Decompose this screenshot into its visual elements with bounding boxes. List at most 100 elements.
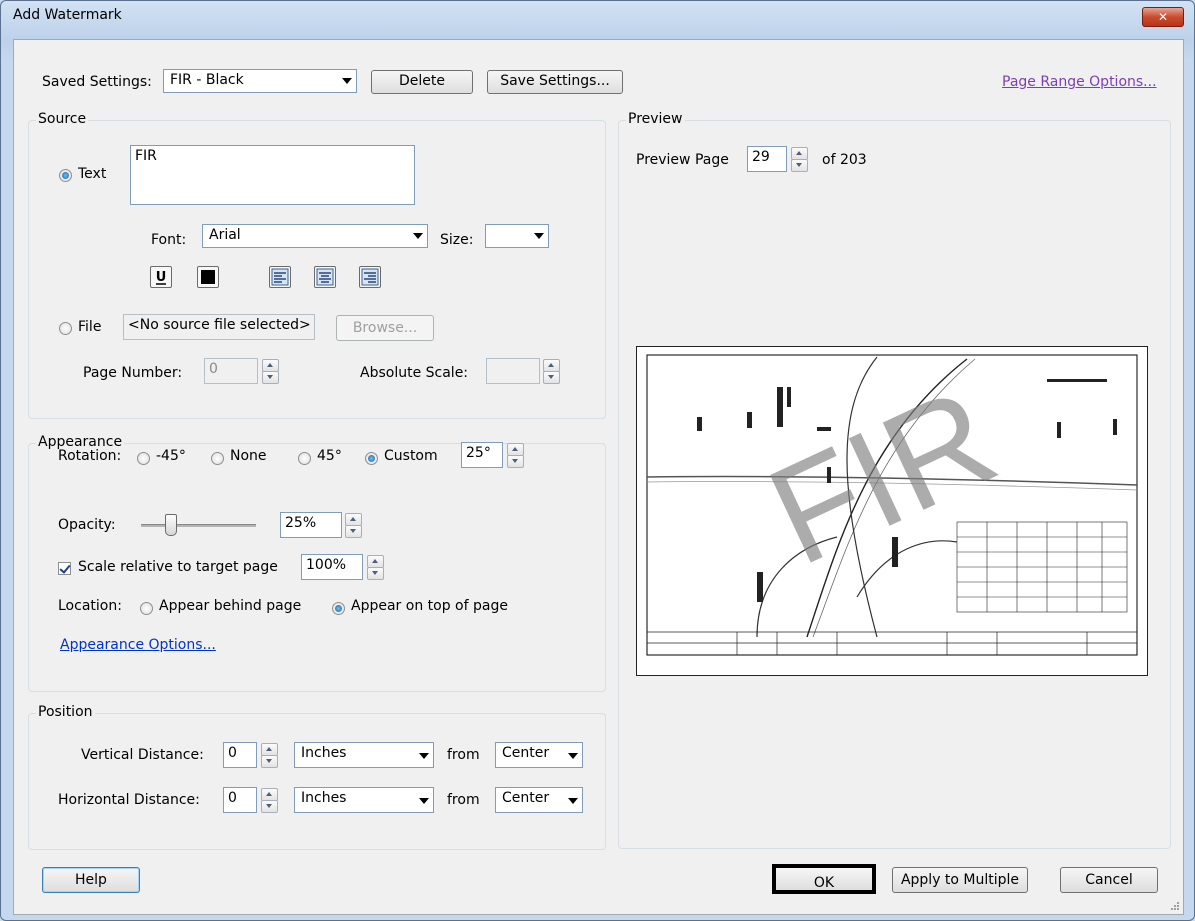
horizontal-distance-spinner[interactable] [261,788,278,813]
text-source-radio[interactable] [59,169,72,182]
preview-page-field[interactable]: 29 [747,146,787,172]
font-value: Arial [209,227,241,243]
scale-field[interactable]: 100% [301,554,363,580]
saved-settings-label: Saved Settings: [42,74,152,90]
rotation-custom-radio[interactable] [365,452,378,465]
vertical-distance-spinner[interactable] [261,743,278,768]
source-file-field[interactable]: <No source file selected> [123,314,315,340]
scale-relative-checkbox[interactable] [58,562,71,575]
align-right-button[interactable] [359,266,381,288]
browse-button[interactable]: Browse... [336,315,434,341]
vertical-from-select[interactable]: Center [495,742,583,768]
underline-button[interactable]: U [150,266,172,288]
close-button[interactable]: ✕ [1142,7,1184,27]
spin-down-icon[interactable] [543,371,560,384]
spin-down-icon[interactable] [791,159,808,172]
vertical-distance-field[interactable]: 0 [223,742,257,768]
opacity-spinner[interactable] [345,513,362,538]
page-number-field[interactable]: 0 [204,358,258,384]
align-center-button[interactable] [314,266,336,288]
spin-down-icon[interactable] [262,371,279,384]
preview-page-count: of 203 [822,152,867,168]
rotation-minus45-label: -45° [156,448,186,464]
opacity-value: 25% [285,515,317,531]
opacity-slider-track[interactable] [141,524,256,527]
underline-icon: U [156,270,167,285]
font-select[interactable]: Arial [202,224,428,248]
vertical-distance-value: 0 [228,745,237,761]
saved-settings-value: FIR - Black [170,72,244,88]
page-range-options-link[interactable]: Page Range Options... [1002,74,1157,90]
horizontal-distance-label: Horizontal Distance: [58,792,200,808]
window-title: Add Watermark [13,7,122,23]
appear-on-top-radio[interactable] [332,602,345,615]
chevron-down-icon [568,753,578,759]
source-file-value: <No source file selected> [128,317,311,333]
chevron-down-icon [413,233,423,239]
delete-button[interactable]: Delete [371,70,473,94]
spin-down-icon[interactable] [507,455,524,468]
position-group [28,713,606,850]
horizontal-distance-field[interactable]: 0 [223,787,257,813]
apply-to-multiple-button[interactable]: Apply to Multiple [892,867,1028,893]
text-source-label: Text [78,166,107,182]
rotation-minus45-radio[interactable] [137,452,150,465]
page-number-value: 0 [209,361,218,377]
source-group-title: Source [36,111,89,127]
scale-spinner[interactable] [367,555,384,580]
align-left-button[interactable] [269,266,291,288]
position-group-title: Position [36,704,95,720]
horizontal-from-label: from [447,792,480,808]
rotation-none-label: None [230,448,267,464]
appear-behind-radio[interactable] [140,602,153,615]
opacity-field[interactable]: 25% [280,512,342,538]
chevron-down-icon [534,233,544,239]
preview-page-spinner[interactable] [791,147,808,172]
rotation-none-radio[interactable] [211,452,224,465]
resize-grip-icon[interactable] [1169,900,1181,912]
rotation-angle-field[interactable]: 25° [461,442,503,468]
align-right-icon [361,268,379,286]
preview-page-image: FIR [636,346,1148,676]
spin-down-icon[interactable] [261,755,278,768]
size-select[interactable] [485,224,549,248]
text-color-button[interactable] [197,266,219,288]
spin-down-icon[interactable] [367,567,384,580]
dialog-window: Add Watermark ✕ Saved Settings: FIR - Bl… [0,0,1195,921]
saved-settings-select[interactable]: FIR - Black [163,69,357,93]
page-number-spinner[interactable] [262,359,279,384]
absolute-scale-spinner[interactable] [543,359,560,384]
scale-relative-label: Scale relative to target page [78,559,278,575]
rotation-spinner[interactable] [507,443,524,468]
save-settings-button[interactable]: Save Settings... [487,70,623,94]
page-number-label: Page Number: [83,365,183,381]
horizontal-unit-select[interactable]: Inches [294,787,434,813]
opacity-slider-thumb[interactable] [164,514,177,536]
appearance-options-link[interactable]: Appearance Options... [60,637,216,653]
spin-down-icon[interactable] [261,800,278,813]
ok-button[interactable]: OK [772,864,876,894]
file-source-radio[interactable] [59,322,72,335]
rotation-custom-label: Custom [384,448,438,464]
chevron-down-icon [342,78,352,84]
horizontal-from-select[interactable]: Center [495,787,583,813]
help-button[interactable]: Help [42,867,140,893]
vertical-from-value: Center [502,745,550,761]
plan-sheet-drawing: FIR [646,354,1138,656]
horizontal-distance-value: 0 [228,790,237,806]
chevron-down-icon [419,753,429,759]
watermark-text-area[interactable]: FIR [130,145,415,205]
preview-page-label: Preview Page [636,152,729,168]
spin-down-icon[interactable] [345,525,362,538]
vertical-unit-select[interactable]: Inches [294,742,434,768]
align-left-icon [271,268,289,286]
size-label: Size: [440,232,474,248]
absolute-scale-field[interactable] [486,358,540,384]
cancel-button[interactable]: Cancel [1060,867,1158,893]
align-center-icon [316,268,334,286]
absolute-scale-label: Absolute Scale: [360,365,469,381]
scale-value: 100% [306,557,347,573]
rotation-45-radio[interactable] [298,452,311,465]
file-source-label: File [78,319,102,335]
dialog-body: Saved Settings: FIR - Black Delete Save … [13,39,1184,915]
